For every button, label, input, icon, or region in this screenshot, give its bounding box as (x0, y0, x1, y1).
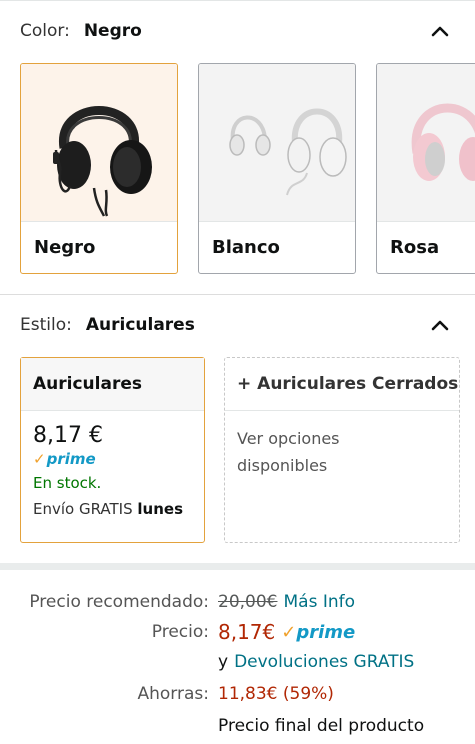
final-price-note: Precio final del producto (218, 716, 425, 736)
chevron-up-icon[interactable] (429, 20, 451, 42)
style-section-header[interactable]: Estilo: Auriculares (0, 305, 475, 345)
top-divider (0, 0, 475, 1)
headphones-pink-image (377, 64, 475, 221)
savings-value: 11,83€ (59%) (218, 684, 334, 704)
recommended-price-row: Precio recomendado: 20,00€ Más Info (0, 587, 475, 617)
section-divider (0, 294, 475, 295)
prime-text: prime (296, 621, 356, 643)
prime-check-icon: ✓ (33, 450, 46, 468)
headphones-black-image (21, 64, 177, 221)
color-label: Color: (20, 21, 70, 41)
free-returns-link[interactable]: Devoluciones GRATIS (234, 652, 414, 672)
final-price-row: Precio final del producto (0, 711, 475, 741)
color-swatch-label: Blanco (199, 221, 355, 273)
style-label: Estilo: (20, 315, 72, 335)
style-option-title: Auriculares (21, 358, 204, 411)
more-info-link[interactable]: Más Info (283, 592, 355, 612)
prime-text: prime (46, 450, 96, 468)
price-label: Precio: (151, 622, 209, 642)
color-swatch-label: Rosa (377, 221, 475, 273)
see-options-text: Ver opciones disponibles (237, 429, 340, 475)
shipping-day: lunes (137, 500, 184, 518)
selected-color-value: Negro (83, 21, 142, 41)
price-value: 8,17€ (218, 620, 276, 644)
chevron-up-icon[interactable] (429, 314, 451, 336)
color-swatch-negro[interactable]: Negro (20, 63, 178, 274)
recommended-price-label: Precio recomendado: (29, 592, 209, 612)
color-section-header[interactable]: Color: Negro (0, 11, 475, 51)
style-option-auriculares-cerrados[interactable]: + Auriculares Cerrados Ver opciones disp… (224, 357, 460, 543)
prime-badge: ✓ prime (33, 450, 192, 468)
returns-prefix: y (218, 652, 229, 672)
color-swatch-rosa[interactable]: Rosa (376, 63, 475, 274)
shipping-info: Envío GRATIS lunes (33, 500, 192, 518)
selected-style-value: Auriculares (85, 315, 195, 335)
shipping-prefix: Envío GRATIS (33, 500, 133, 518)
savings-row: Ahorras: 11,83€ (59%) (0, 679, 475, 709)
style-option-title: + Auriculares Cerrados (225, 358, 459, 411)
prime-badge: ✓ prime (281, 622, 355, 643)
stock-status: En stock. (33, 474, 102, 492)
style-option-auriculares[interactable]: Auriculares 8,17 € ✓ prime En stock. Env… (20, 357, 205, 543)
recommended-price-value: 20,00€ (218, 592, 278, 612)
section-band (0, 563, 475, 570)
price-row: Precio: 8,17€ ✓ prime (0, 617, 475, 647)
color-swatch-label: Negro (21, 221, 177, 273)
returns-row: y Devoluciones GRATIS (0, 647, 475, 677)
headphones-white-image (199, 64, 355, 221)
color-swatch-blanco[interactable]: Blanco (198, 63, 356, 274)
prime-check-icon: ✓ (281, 621, 297, 643)
style-option-price: 8,17 € (33, 423, 103, 448)
savings-label: Ahorras: (137, 684, 210, 704)
